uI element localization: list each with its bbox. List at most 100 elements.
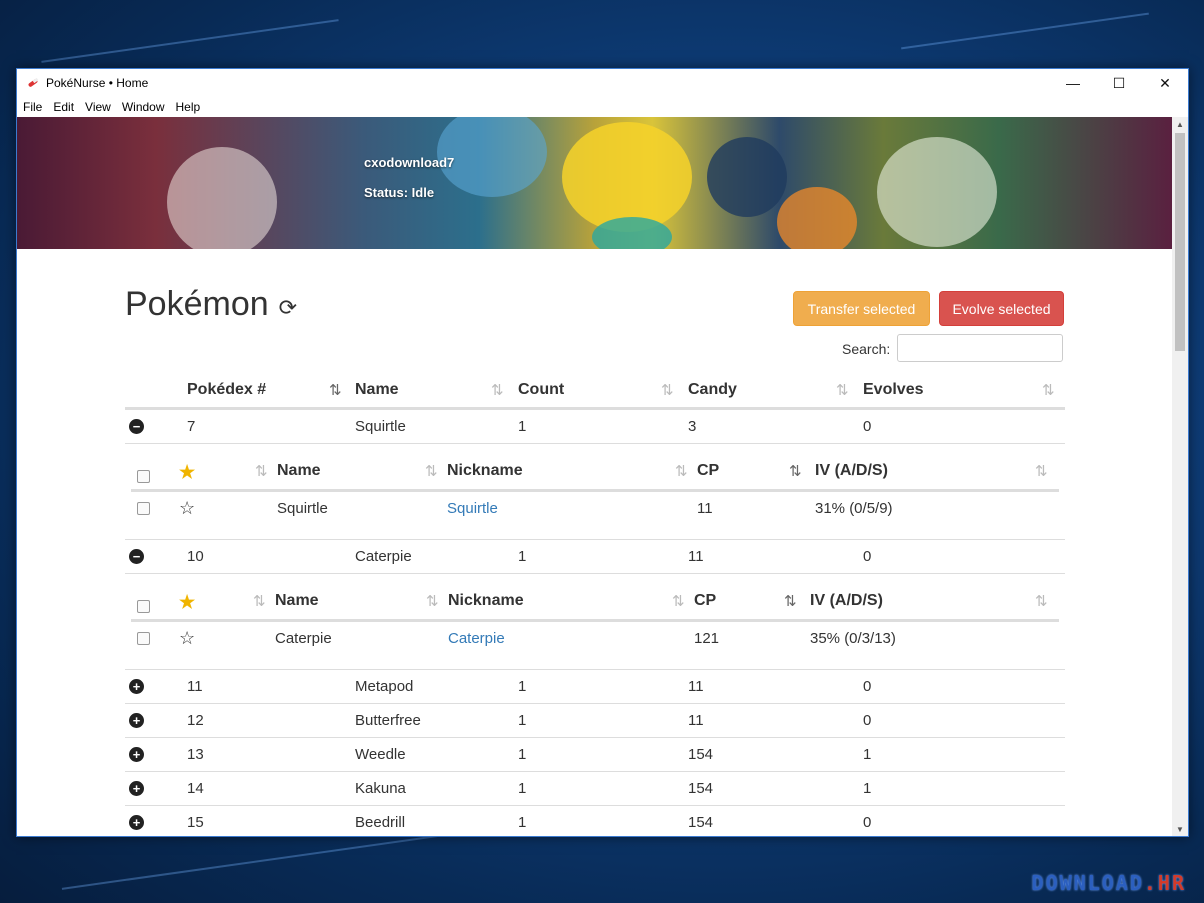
header-banner: cxodownload7 Status: Idle xyxy=(17,117,1172,249)
table-row[interactable]: + 15 Beedrill 1 154 0 xyxy=(125,806,1065,836)
menu-help[interactable]: Help xyxy=(176,100,201,114)
row-count: 1 xyxy=(518,548,527,565)
row-checkbox[interactable] xyxy=(137,632,150,645)
detail-table: ★ ⇅ Name ⇅ Nickname ⇅ CP ⇅ IV (A/D/S) ⇅ … xyxy=(125,586,1065,670)
sub-col-cp[interactable]: CP xyxy=(697,462,719,480)
sort-icon-iv[interactable]: ⇅ xyxy=(1035,462,1048,480)
refresh-icon[interactable]: ⟳ xyxy=(279,295,297,321)
sort-icon-sub-name[interactable]: ⇅ xyxy=(426,592,439,610)
table-row[interactable]: + 11 Metapod 1 11 0 xyxy=(125,670,1065,704)
row-count: 1 xyxy=(518,418,527,435)
row-evolves: 1 xyxy=(863,746,872,763)
sort-icon-favorite[interactable]: ⇅ xyxy=(255,462,268,480)
favorite-star-empty-icon[interactable]: ☆ xyxy=(179,628,195,649)
app-window: PokéNurse • Home — ☐ ✕ File Edit View Wi… xyxy=(16,68,1189,837)
favorite-star-icon[interactable]: ★ xyxy=(179,462,195,483)
watermark: DOWNLOAD.HR xyxy=(1031,871,1186,895)
title-bar: PokéNurse • Home — ☐ ✕ xyxy=(17,69,1188,97)
vertical-scrollbar[interactable]: ▲ ▼ xyxy=(1172,117,1188,836)
sub-col-name[interactable]: Name xyxy=(277,462,321,480)
sub-col-name[interactable]: Name xyxy=(275,592,319,610)
col-name[interactable]: Name xyxy=(355,381,399,399)
collapse-icon[interactable]: − xyxy=(129,419,144,434)
row-name: Weedle xyxy=(355,746,406,763)
sort-icon-count[interactable]: ⇅ xyxy=(661,381,674,399)
table-row[interactable]: + 13 Weedle 1 154 1 xyxy=(125,738,1065,772)
page-title-text: Pokémon xyxy=(125,285,269,323)
evolve-selected-button[interactable]: Evolve selected xyxy=(939,291,1064,326)
detail-table: ★ ⇅ Name ⇅ Nickname ⇅ CP ⇅ IV (A/D/S) ⇅ … xyxy=(125,456,1065,540)
table-row[interactable]: + 14 Kakuna 1 154 1 xyxy=(125,772,1065,806)
sub-col-iv[interactable]: IV (A/D/S) xyxy=(810,592,883,610)
collapse-icon[interactable]: − xyxy=(129,549,144,564)
menu-view[interactable]: View xyxy=(85,100,111,114)
detail-row[interactable]: ☆ Squirtle Squirtle 11 31% (0/5/9) xyxy=(131,492,1059,525)
row-dex: 15 xyxy=(187,814,204,831)
sort-icon-iv[interactable]: ⇅ xyxy=(1035,592,1048,610)
row-evolves: 0 xyxy=(863,678,872,695)
row-name: Kakuna xyxy=(355,780,406,797)
menu-edit[interactable]: Edit xyxy=(53,100,74,114)
row-count: 1 xyxy=(518,780,527,797)
row-name: Metapod xyxy=(355,678,414,695)
table-row[interactable]: − 10 Caterpie 1 11 0 xyxy=(125,540,1065,574)
detail-cp: 121 xyxy=(694,630,720,647)
main-content: cxodownload7 Status: Idle Pokémon ⟳ Tran… xyxy=(17,117,1172,836)
maximize-button[interactable]: ☐ xyxy=(1096,69,1142,97)
col-candy[interactable]: Candy xyxy=(688,381,737,399)
sort-icon-sub-name[interactable]: ⇅ xyxy=(425,462,438,480)
row-checkbox[interactable] xyxy=(137,502,150,515)
pokemon-table: Pokédex # ⇅ Name ⇅ Count ⇅ Candy ⇅ Evolv… xyxy=(125,375,1065,836)
detail-row[interactable]: ☆ Caterpie Caterpie 121 35% (0/3/13) xyxy=(131,622,1059,655)
row-candy: 3 xyxy=(688,418,697,435)
menu-file[interactable]: File xyxy=(23,100,42,114)
select-all-checkbox[interactable] xyxy=(137,470,150,483)
search-input[interactable] xyxy=(897,334,1063,362)
detail-iv: 31% (0/5/9) xyxy=(815,500,893,517)
sort-icon-pokedex[interactable]: ⇅ xyxy=(329,381,342,399)
close-button[interactable]: ✕ xyxy=(1142,69,1188,97)
sort-icon-evolves[interactable]: ⇅ xyxy=(1042,381,1055,399)
detail-name: Caterpie xyxy=(275,630,332,647)
sort-icon-nickname[interactable]: ⇅ xyxy=(672,592,685,610)
scroll-down-icon[interactable]: ▼ xyxy=(1172,822,1188,836)
sub-col-nickname[interactable]: Nickname xyxy=(447,462,523,480)
expand-icon[interactable]: + xyxy=(129,713,144,728)
sort-icon-cp[interactable]: ⇅ xyxy=(789,462,802,480)
select-all-checkbox[interactable] xyxy=(137,600,150,613)
favorite-star-empty-icon[interactable]: ☆ xyxy=(179,498,195,519)
expand-icon[interactable]: + xyxy=(129,781,144,796)
col-count[interactable]: Count xyxy=(518,381,564,399)
sub-col-cp[interactable]: CP xyxy=(694,592,716,610)
scroll-thumb[interactable] xyxy=(1175,133,1185,351)
table-row[interactable]: − 7 Squirtle 1 3 0 xyxy=(125,410,1065,444)
row-dex: 10 xyxy=(187,548,204,565)
expand-icon[interactable]: + xyxy=(129,747,144,762)
favorite-star-icon[interactable]: ★ xyxy=(179,592,195,613)
table-header: Pokédex # ⇅ Name ⇅ Count ⇅ Candy ⇅ Evolv… xyxy=(125,375,1065,410)
row-name: Butterfree xyxy=(355,712,421,729)
sort-icon-favorite[interactable]: ⇅ xyxy=(253,592,266,610)
sort-icon-cp[interactable]: ⇅ xyxy=(784,592,797,610)
sub-col-iv[interactable]: IV (A/D/S) xyxy=(815,462,888,480)
row-candy: 154 xyxy=(688,814,714,831)
nickname-link[interactable]: Caterpie xyxy=(448,630,505,647)
transfer-selected-button[interactable]: Transfer selected xyxy=(793,291,930,326)
expand-icon[interactable]: + xyxy=(129,679,144,694)
row-evolves: 0 xyxy=(863,814,872,831)
sub-col-nickname[interactable]: Nickname xyxy=(448,592,524,610)
col-evolves[interactable]: Evolves xyxy=(863,381,923,399)
menu-window[interactable]: Window xyxy=(122,100,165,114)
row-candy: 11 xyxy=(688,712,704,729)
row-candy: 154 xyxy=(688,780,714,797)
detail-header: ★ ⇅ Name ⇅ Nickname ⇅ CP ⇅ IV (A/D/S) ⇅ xyxy=(131,586,1059,622)
sort-icon-candy[interactable]: ⇅ xyxy=(836,381,849,399)
nickname-link[interactable]: Squirtle xyxy=(447,500,498,517)
col-pokedex[interactable]: Pokédex # xyxy=(187,381,266,399)
sort-icon-name[interactable]: ⇅ xyxy=(491,381,504,399)
minimize-button[interactable]: — xyxy=(1050,69,1096,97)
sort-icon-nickname[interactable]: ⇅ xyxy=(675,462,688,480)
table-row[interactable]: + 12 Butterfree 1 11 0 xyxy=(125,704,1065,738)
scroll-up-icon[interactable]: ▲ xyxy=(1172,117,1188,131)
expand-icon[interactable]: + xyxy=(129,815,144,830)
